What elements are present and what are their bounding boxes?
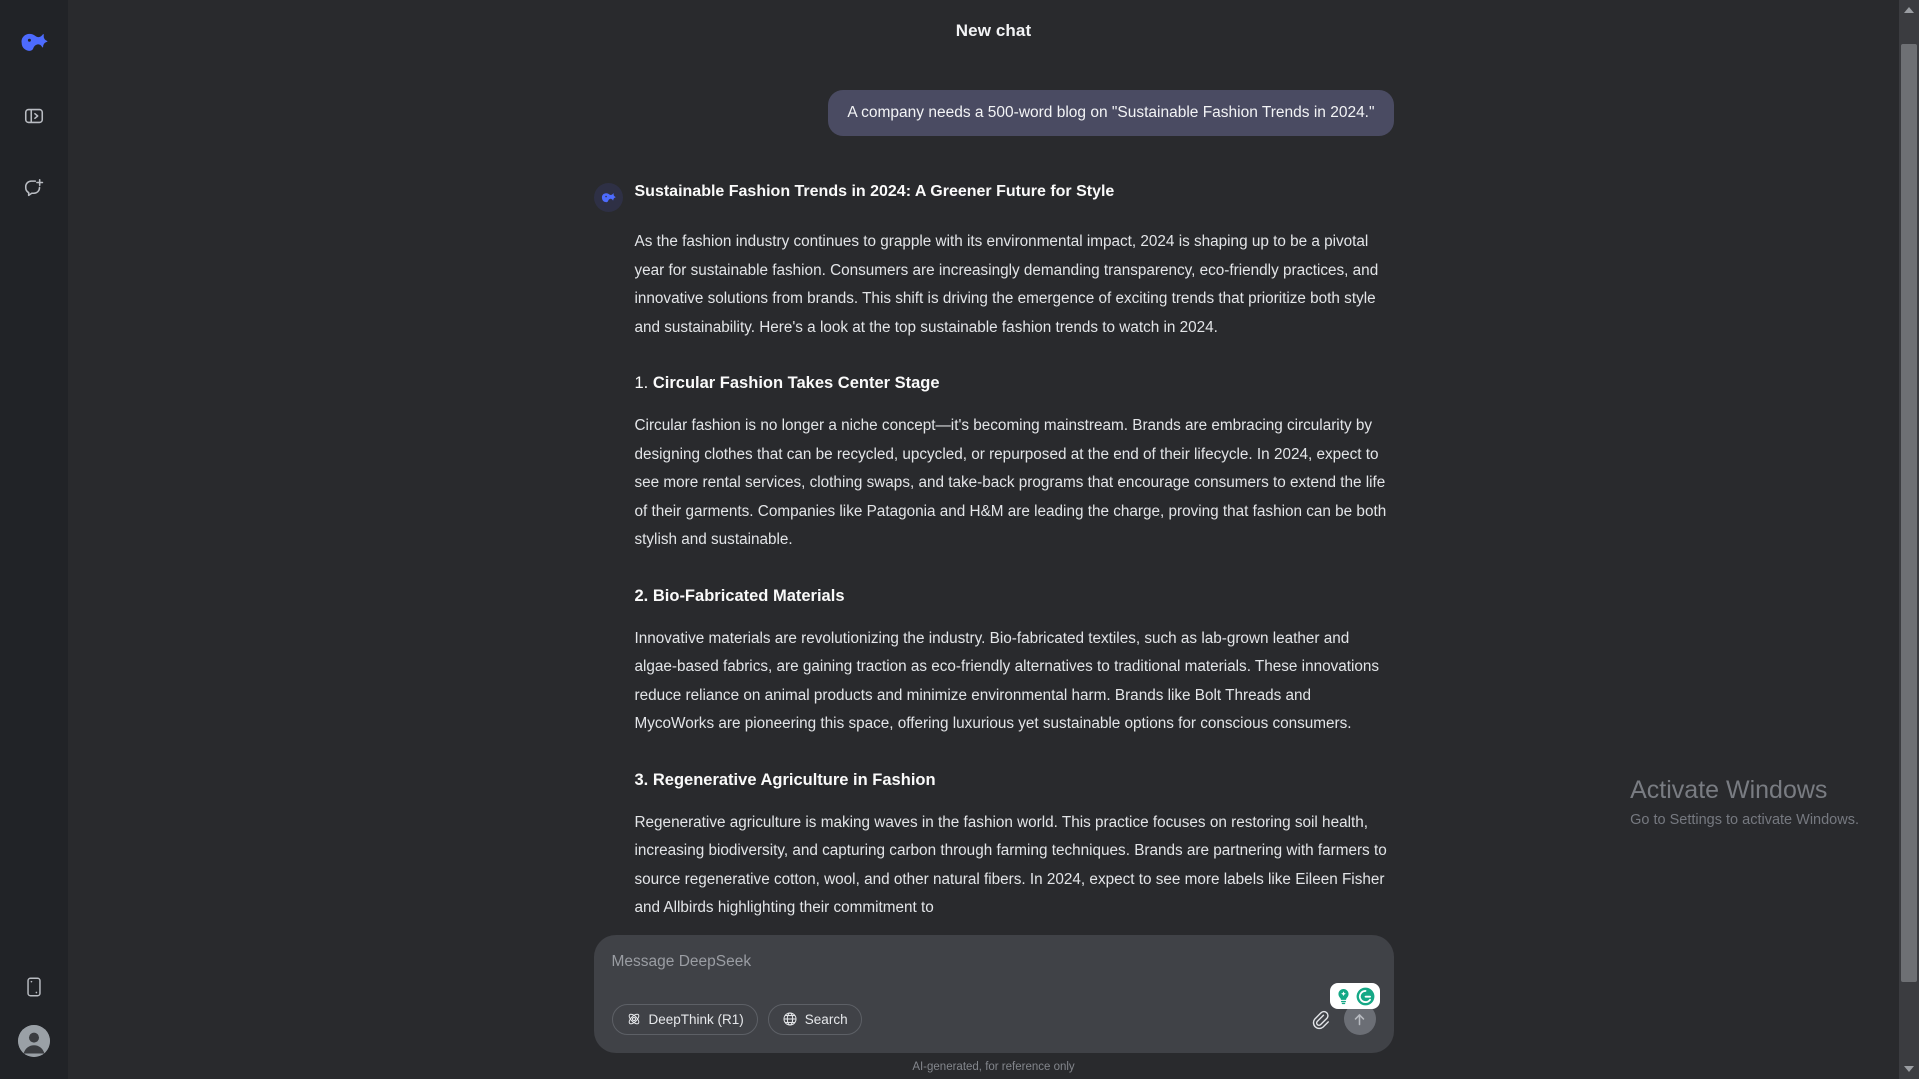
response-intro-paragraph: As the fashion industry continues to gra…: [634, 233, 1379, 336]
watermark-title: Activate Windows: [1630, 776, 1828, 804]
grammarly-badge[interactable]: [1329, 983, 1380, 1009]
section-heading-2: 2. Bio-Fabricated Materials: [635, 584, 1394, 608]
section-body-1: Circular fashion is no longer a niche co…: [634, 417, 1387, 548]
deepseek-whale-logo[interactable]: [12, 20, 56, 64]
atom-icon: [628, 1013, 639, 1025]
disclaimer-text: AI-generated, for reference only: [912, 1061, 1075, 1073]
paperclip-icon: [1312, 1010, 1329, 1029]
section-body-3: Regenerative agriculture is making waves…: [634, 813, 1387, 917]
main-chat-area: New chat A company needs a 500-word blog…: [68, 0, 1919, 1079]
page-scrollbar[interactable]: [1899, 0, 1919, 1079]
globe-icon: [783, 1012, 797, 1026]
section-number-1: 1.: [634, 374, 649, 392]
deepthink-toggle-button[interactable]: DeepThink (R1): [611, 1003, 758, 1035]
search-label: Search: [804, 1011, 848, 1027]
assistant-avatar: [593, 183, 623, 212]
section-title-3: Regenerative Agriculture in Fashion: [652, 770, 936, 789]
deepthink-label: DeepThink (R1): [648, 1011, 744, 1027]
message-thread: A company needs a 500-word blog on "Sust…: [593, 90, 1398, 1000]
section-body-2: Innovative materials are revolutionizing…: [634, 629, 1380, 733]
section-title-2: Bio-Fabricated Materials: [652, 586, 845, 605]
mobile-app-icon[interactable]: [14, 967, 54, 1007]
new-chat-icon[interactable]: [14, 168, 54, 208]
deepseek-chat-window: New chat A company needs a 500-word blog…: [0, 0, 1919, 1079]
assistant-message-row: Sustainable Fashion Trends in 2024: A Gr…: [593, 180, 1394, 923]
grammarly-lightbulb-icon: [1337, 988, 1349, 1004]
grammarly-logo-icon: [1356, 987, 1374, 1005]
attach-file-button[interactable]: [1309, 1009, 1330, 1030]
user-avatar-icon[interactable]: [18, 1025, 50, 1057]
scrollbar-thumb[interactable]: [1901, 44, 1917, 982]
section-title-1: Circular Fashion Takes Center Stage: [652, 374, 940, 392]
sidebar-bottom-group: [0, 967, 68, 1057]
response-title: Sustainable Fashion Trends in 2024: A Gr…: [634, 183, 1115, 200]
composer-toolbar: DeepThink (R1) Search: [611, 1003, 1376, 1035]
panel-toggle-icon[interactable]: [14, 96, 54, 136]
user-message-row: A company needs a 500-word blog on "Sust…: [594, 90, 1394, 136]
composer-mode-pills: DeepThink (R1) Search: [611, 1003, 862, 1035]
scrollbar-up-button[interactable]: [1899, 0, 1919, 20]
page-title: New chat: [955, 21, 1032, 40]
section-heading-3: 3. Regenerative Agriculture in Fashion: [635, 768, 1394, 792]
section-number-3: 3.: [634, 770, 649, 789]
chat-topbar: New chat: [68, 0, 1919, 62]
user-message-bubble: A company needs a 500-word blog on "Sust…: [828, 90, 1394, 136]
scrollbar-down-button[interactable]: [1899, 1059, 1919, 1079]
message-scroll-area[interactable]: A company needs a 500-word blog on "Sust…: [68, 62, 1919, 1079]
section-heading-1: 1. Circular Fashion Takes Center Stage: [635, 371, 1394, 395]
scroll-down-arrow: [1904, 1066, 1914, 1072]
scroll-up-arrow: [1904, 7, 1914, 13]
message-input[interactable]: Message DeepSeek: [612, 951, 1376, 973]
left-sidebar: [0, 0, 68, 1079]
search-toggle-button[interactable]: Search: [767, 1003, 862, 1035]
watermark-subtitle: Go to Settings to activate Windows.: [1630, 812, 1859, 828]
section-number-2: 2.: [634, 586, 649, 605]
windows-activation-watermark: Activate Windows Go to Settings to activ…: [1630, 774, 1859, 831]
scrollbar-track[interactable]: [1899, 20, 1919, 1059]
arrow-up-icon: [1354, 1013, 1365, 1025]
assistant-message-body: Sustainable Fashion Trends in 2024: A Gr…: [635, 180, 1394, 923]
message-composer[interactable]: Message DeepSeek DeepThink (R1) Search: [593, 935, 1394, 1053]
